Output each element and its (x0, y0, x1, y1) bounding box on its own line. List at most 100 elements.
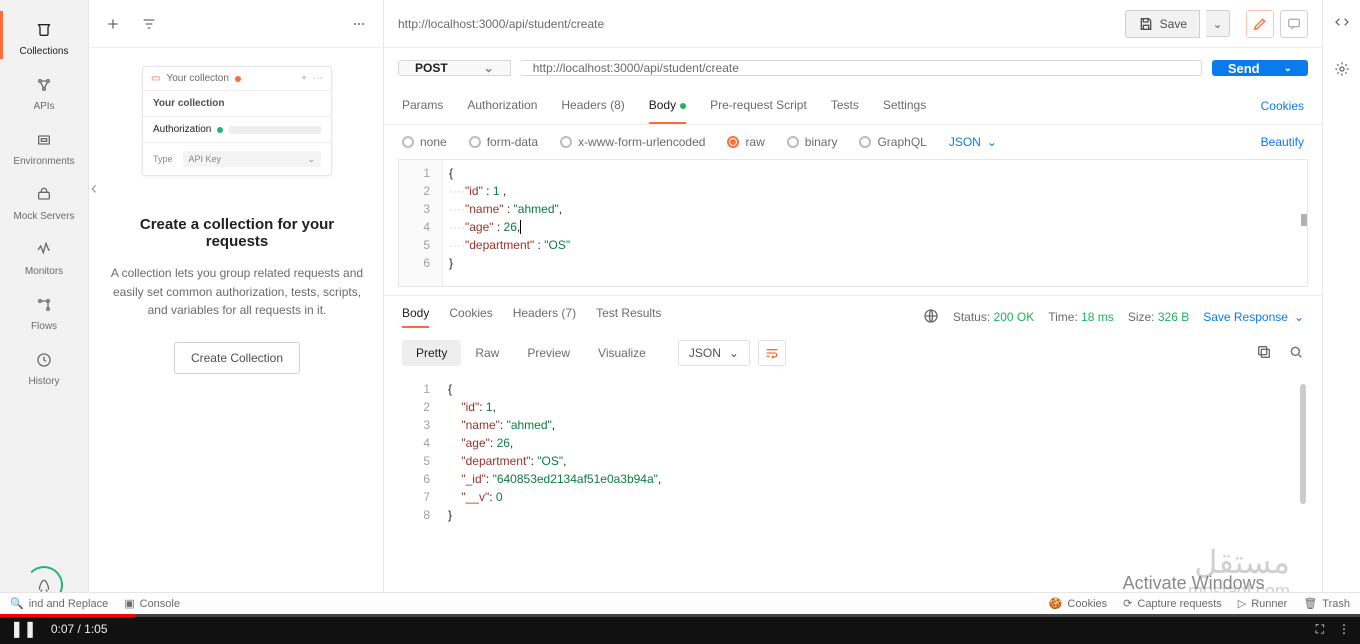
rail-flows[interactable]: Flows (0, 286, 88, 341)
status-cookies[interactable]: 🍪 Cookies (1049, 597, 1107, 610)
rail-label: Environments (13, 156, 74, 167)
rail-environments[interactable]: Environments (0, 121, 88, 176)
request-tab-title[interactable]: http://localhost:3000/api/student/create (398, 17, 1125, 31)
rail-label: Monitors (25, 266, 63, 277)
scroll-handle[interactable] (1301, 214, 1307, 226)
resp-tab-headers[interactable]: Headers (7) (513, 306, 576, 328)
resp-tab-cookies[interactable]: Cookies (449, 306, 492, 328)
globe-icon[interactable] (923, 308, 939, 327)
mock-title: Your collection (143, 91, 331, 116)
time-label: Time: 18 ms (1048, 310, 1114, 324)
status-label: Status: 200 OK (953, 310, 1034, 324)
status-console[interactable]: ▣ Console (124, 597, 180, 610)
mock-tab-label: Your collecton (166, 73, 228, 84)
wrap-lines-button[interactable] (758, 340, 786, 366)
mock-type-label: Type (153, 154, 173, 164)
pause-icon[interactable]: ❚❚ (10, 619, 37, 639)
save-button[interactable]: Save (1125, 10, 1200, 38)
sidebar-panel: ‹ ▭ Your collecton + ⋯ Your collection A… (89, 0, 384, 614)
edit-button[interactable] (1246, 10, 1274, 38)
save-dropdown[interactable]: ⌄ (1206, 10, 1230, 37)
more-button[interactable] (345, 10, 373, 38)
placeholder-bar (229, 126, 321, 134)
rail-collections[interactable]: Collections (0, 11, 88, 66)
cookies-link[interactable]: Cookies (1261, 89, 1304, 123)
ellipsis-icon: ⋯ (313, 73, 323, 84)
flows-icon (34, 295, 54, 315)
environments-icon (34, 130, 54, 150)
status-trash[interactable]: 🗑 Trash (1303, 597, 1350, 610)
progress-bar[interactable] (0, 614, 1360, 617)
intro-block: Create a collection for your requests A … (109, 216, 365, 374)
method-select[interactable]: POST⌄ (398, 60, 511, 76)
body-formdata[interactable]: form-data (469, 135, 538, 149)
green-dot-icon (680, 103, 686, 109)
info-icon[interactable] (1334, 61, 1350, 80)
copy-button[interactable] (1256, 344, 1272, 363)
view-preview[interactable]: Preview (513, 340, 584, 366)
mock-auth-label: Authorization (153, 124, 211, 135)
view-pretty[interactable]: Pretty (402, 340, 461, 366)
view-visualize[interactable]: Visualize (584, 340, 660, 366)
tab-headers[interactable]: Headers (8) (561, 88, 624, 124)
response-tabs: Body Cookies Headers (7) Test Results St… (384, 295, 1322, 334)
resp-tab-body[interactable]: Body (402, 306, 429, 328)
right-rail (1322, 0, 1360, 614)
response-format-select[interactable]: JSON⌄ (678, 340, 750, 366)
url-input[interactable]: http://localhost:3000/api/student/create (521, 60, 1202, 76)
body-raw[interactable]: raw (727, 135, 764, 149)
response-view-bar: Pretty Raw Preview Visualize JSON⌄ (384, 334, 1322, 372)
rail-label: Flows (31, 321, 57, 332)
filter-button[interactable] (135, 10, 163, 38)
beautify-button[interactable]: Beautify (1261, 135, 1304, 149)
body-binary[interactable]: binary (787, 135, 838, 149)
folder-icon: ▭ (151, 73, 160, 84)
tab-authorization[interactable]: Authorization (467, 88, 537, 124)
search-button[interactable] (1288, 344, 1304, 363)
tab-params[interactable]: Params (402, 88, 443, 124)
view-raw[interactable]: Raw (461, 340, 513, 366)
rail-apis[interactable]: APIs (0, 66, 88, 121)
rail-history[interactable]: History (0, 341, 88, 396)
player-more-icon[interactable]: ⋮ (1338, 622, 1350, 636)
plus-icon: + (301, 73, 307, 84)
tab-settings[interactable]: Settings (883, 88, 926, 124)
create-collection-button[interactable]: Create Collection (174, 342, 300, 374)
size-label: Size: 326 B (1128, 310, 1189, 324)
body-format-select[interactable]: JSON⌄ (949, 135, 997, 149)
tab-body[interactable]: Body (649, 88, 686, 124)
sidebar-toolbar (89, 0, 383, 48)
response-body-editor[interactable]: 12345678 { "id": 1, "name": "ahmed", "ag… (398, 376, 1308, 536)
rail-mockservers[interactable]: Mock Servers (0, 176, 88, 231)
apis-icon (34, 75, 54, 95)
request-tab-bar: http://localhost:3000/api/student/create… (384, 0, 1322, 48)
status-capture[interactable]: ⟳ Capture requests (1123, 597, 1222, 610)
scroll-handle[interactable] (1300, 384, 1306, 504)
rail-monitors[interactable]: Monitors (0, 231, 88, 286)
collections-icon (34, 20, 54, 40)
send-button[interactable]: Send⌄ (1212, 60, 1308, 76)
body-none[interactable]: none (402, 135, 447, 149)
tab-prerequest[interactable]: Pre-request Script (710, 88, 807, 124)
rail-label: Collections (20, 46, 69, 57)
intro-body: A collection lets you group related requ… (109, 264, 365, 320)
status-runner[interactable]: ▷ Runner (1238, 597, 1288, 610)
monitors-icon (34, 240, 54, 260)
save-response-button[interactable]: Save Response⌄ (1203, 310, 1304, 324)
status-find[interactable]: 🔍 ind and Replace (10, 597, 108, 610)
body-graphql[interactable]: GraphQL (859, 135, 926, 149)
request-body-editor[interactable]: 123456 {····"id" : 1 ,····"name" : "ahme… (398, 159, 1308, 287)
comment-button[interactable] (1280, 10, 1308, 38)
body-xwww[interactable]: x-www-form-urlencoded (560, 135, 705, 149)
tab-tests[interactable]: Tests (831, 88, 859, 124)
resp-tab-test[interactable]: Test Results (596, 306, 661, 328)
request-section-tabs: Params Authorization Headers (8) Body Pr… (384, 88, 1322, 125)
player-time: 0:07 / 1:05 (51, 622, 108, 636)
fullscreen-icon[interactable]: ⛶ (1316, 622, 1324, 637)
rail-active-indicator (0, 11, 3, 59)
video-player-bar: ❚❚ 0:07 / 1:05 ⛶ ⋮ (0, 614, 1360, 644)
collapse-sidebar-icon[interactable]: ‹ (91, 178, 97, 199)
new-button[interactable] (99, 10, 127, 38)
rail-label: APIs (33, 101, 54, 112)
code-icon[interactable] (1334, 14, 1350, 33)
